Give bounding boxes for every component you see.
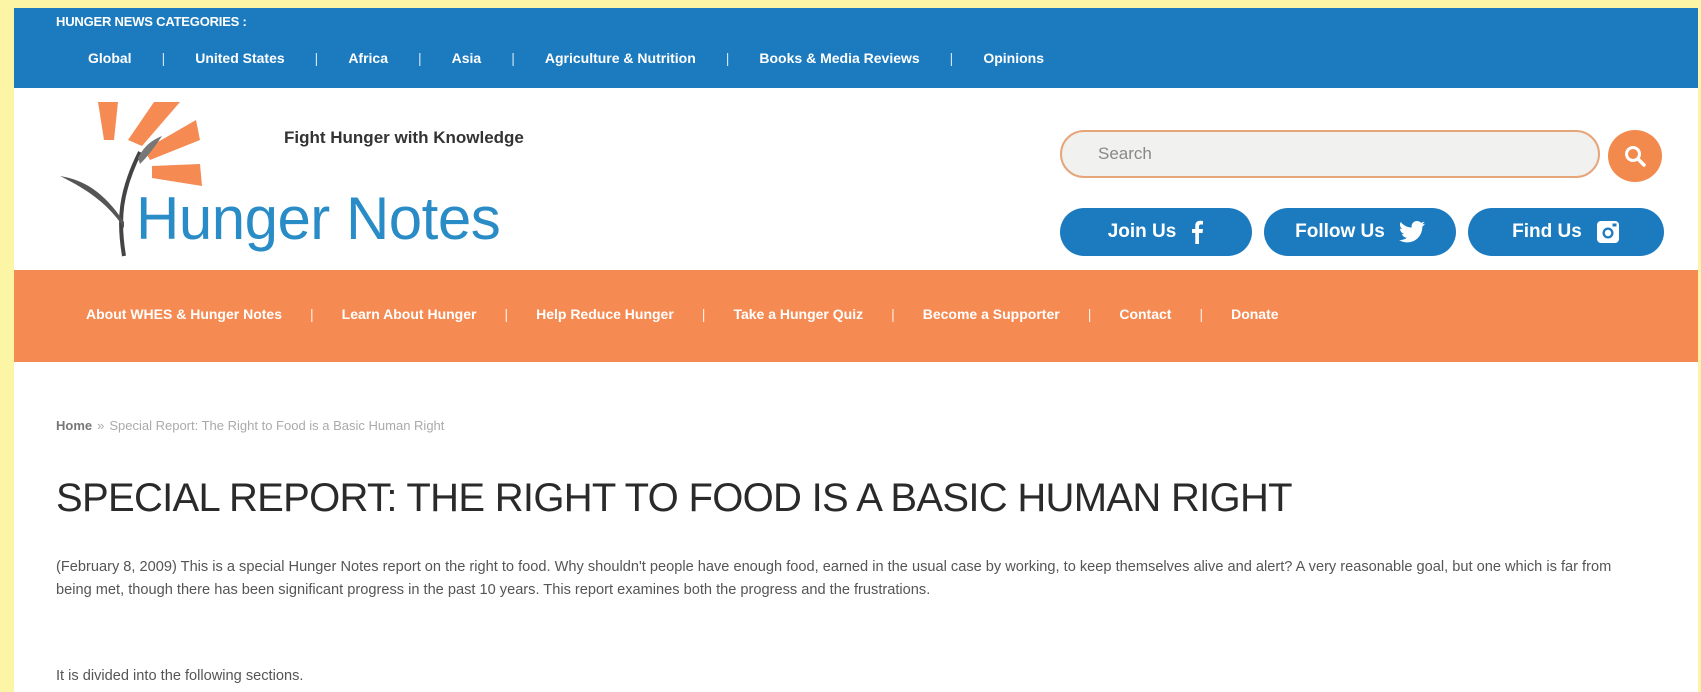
separator: | xyxy=(504,306,509,322)
find-us-button[interactable]: Find Us xyxy=(1468,208,1664,256)
separator: | xyxy=(701,306,706,322)
separator: | xyxy=(725,50,730,66)
page-title: SPECIAL REPORT: THE RIGHT TO FOOD IS A B… xyxy=(56,476,1293,520)
nav-help-reduce-hunger[interactable]: Help Reduce Hunger xyxy=(536,306,674,322)
instagram-icon xyxy=(1596,220,1620,244)
search-input[interactable] xyxy=(1060,130,1600,178)
category-africa[interactable]: Africa xyxy=(348,50,388,66)
search-icon xyxy=(1625,146,1646,167)
separator: | xyxy=(161,50,166,66)
category-global[interactable]: Global xyxy=(88,50,132,66)
site-tagline: Fight Hunger with Knowledge xyxy=(284,128,524,147)
join-us-label: Join Us xyxy=(1107,221,1177,242)
breadcrumb-separator: » xyxy=(97,418,105,433)
follow-us-button[interactable]: Follow Us xyxy=(1264,208,1456,256)
nav-about[interactable]: About WHES & Hunger Notes xyxy=(86,306,282,322)
separator: | xyxy=(310,306,314,322)
nav-become-supporter[interactable]: Become a Supporter xyxy=(923,306,1060,322)
facebook-icon xyxy=(1190,220,1204,244)
separator: | xyxy=(1199,306,1204,322)
breadcrumb-home[interactable]: Home xyxy=(56,418,92,433)
twitter-icon xyxy=(1398,221,1425,243)
category-books-media-reviews[interactable]: Books & Media Reviews xyxy=(759,50,919,66)
page: HUNGER NEWS CATEGORIES : Global | United… xyxy=(14,8,1698,692)
follow-us-label: Follow Us xyxy=(1295,221,1385,242)
categories-title: HUNGER NEWS CATEGORIES : xyxy=(56,14,247,29)
separator: | xyxy=(511,50,515,66)
categories-list: Global | United States | Africa | Asia |… xyxy=(88,50,1044,66)
separator: | xyxy=(418,50,422,66)
category-opinions[interactable]: Opinions xyxy=(983,50,1044,66)
article-sections-intro: It is divided into the following section… xyxy=(56,668,304,684)
main-nav: About WHES & Hunger Notes | Learn About … xyxy=(14,270,1698,362)
category-agriculture-nutrition[interactable]: Agriculture & Nutrition xyxy=(545,50,696,66)
search-box xyxy=(1060,130,1662,182)
separator: | xyxy=(314,50,319,66)
separator: | xyxy=(891,306,895,322)
site-brand-name: Hunger Notes xyxy=(136,185,501,252)
nav-learn-about-hunger[interactable]: Learn About Hunger xyxy=(342,306,477,322)
nav-contact[interactable]: Contact xyxy=(1119,306,1171,322)
find-us-label: Find Us xyxy=(1512,221,1582,242)
breadcrumb: Home » Special Report: The Right to Food i… xyxy=(56,418,444,433)
categories-bar: HUNGER NEWS CATEGORIES : Global | United… xyxy=(14,8,1698,88)
nav-hunger-quiz[interactable]: Take a Hunger Quiz xyxy=(733,306,863,322)
category-asia[interactable]: Asia xyxy=(452,50,482,66)
separator: | xyxy=(949,50,954,66)
article-intro: (February 8, 2009) This is a special Hun… xyxy=(56,559,1612,598)
search-button[interactable] xyxy=(1608,130,1662,182)
join-us-button[interactable]: Join Us xyxy=(1060,208,1252,256)
category-united-states[interactable]: United States xyxy=(195,50,284,66)
separator: | xyxy=(1087,306,1092,322)
site-logo[interactable]: Fight Hunger with Knowledge Hunger Notes xyxy=(54,96,574,266)
breadcrumb-current: Special Report: The Right to Food is a B… xyxy=(109,418,445,433)
nav-donate[interactable]: Donate xyxy=(1231,306,1278,322)
